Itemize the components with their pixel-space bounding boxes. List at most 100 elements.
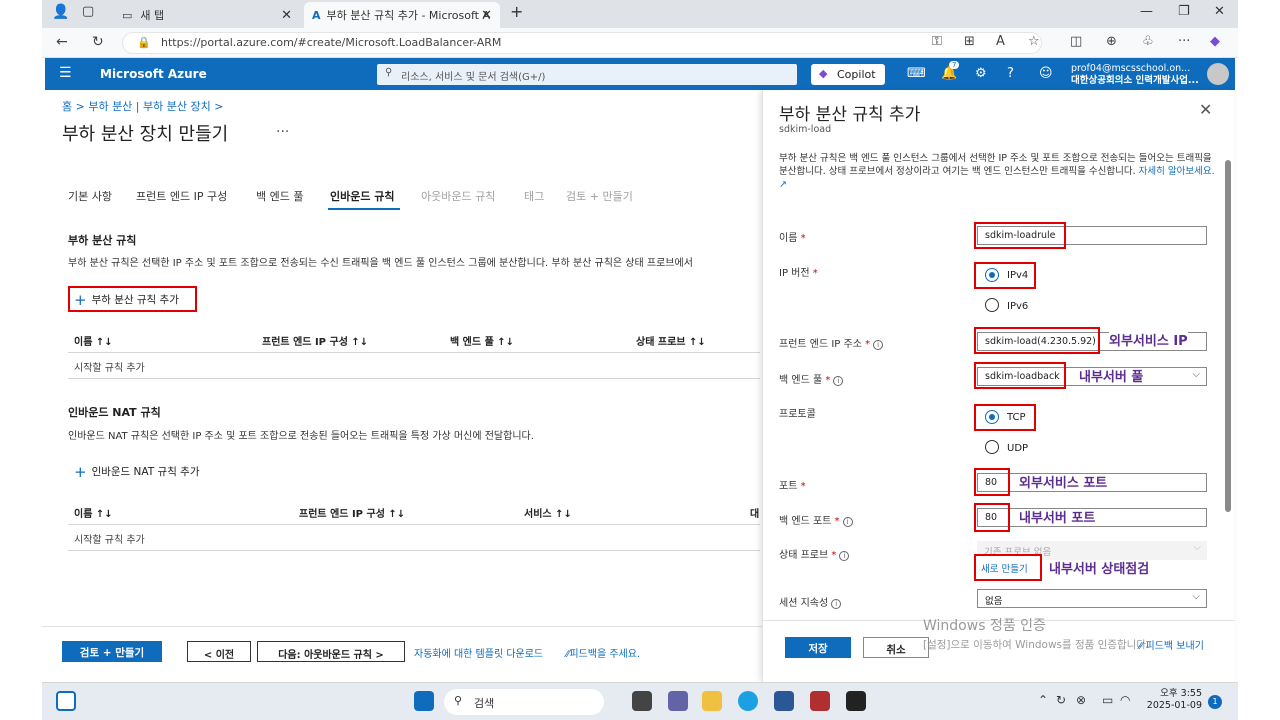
close-window-icon[interactable]: ✕ [1214, 4, 1225, 19]
tab-outbound-rules[interactable]: 아웃바운드 규칙 [421, 188, 495, 204]
more-options-button[interactable]: ··· [276, 124, 289, 140]
stop-icon[interactable]: ⊗ [1076, 693, 1086, 707]
tab-review-create[interactable]: 검토 + 만들기 [566, 188, 633, 204]
terminal-icon[interactable] [846, 691, 866, 711]
table-divider [68, 378, 760, 379]
highlight-backend [974, 362, 1066, 389]
split-screen-icon[interactable]: ◫ [1070, 34, 1082, 49]
breadcrumb[interactable]: 홈 > 부하 분산 | 부하 분산 장치 > [62, 98, 223, 114]
col-health-probe[interactable]: 상태 프로브 ↑↓ [636, 333, 706, 348]
tab-strip: 👤 ▢ ▭ 새 탭 ✕ A 부하 분산 규칙 추가 - Microsoft A … [42, 0, 1238, 28]
learn-more-link[interactable]: 자세히 알아보세요. [1139, 166, 1215, 177]
tab-tags[interactable]: 태그 [524, 188, 544, 204]
more-icon[interactable]: ··· [1178, 34, 1190, 49]
avatar[interactable] [1207, 63, 1229, 85]
tab-inbound-rules[interactable]: 인바운드 규칙 [330, 188, 395, 204]
profile-icon[interactable]: 👤 [52, 4, 69, 20]
collections-icon[interactable]: ⊕ [1106, 34, 1117, 49]
copilot-button[interactable]: ◆ Copilot [811, 64, 885, 85]
chevron-down-icon: ⌵ [1192, 591, 1200, 602]
highlight-ipv4 [974, 262, 1036, 289]
wifi-icon[interactable]: ◠ [1120, 693, 1130, 707]
col-service[interactable]: 서비스 ↑↓ [524, 505, 572, 520]
info-icon[interactable]: i [833, 376, 844, 386]
tab-active[interactable]: A 부하 분산 규칙 추가 - Microsoft A ✕ [304, 2, 500, 28]
close-icon[interactable]: ✕ [1199, 100, 1212, 119]
cancel-button[interactable]: 취소 [863, 637, 929, 658]
chevron-up-icon[interactable]: ⌃ [1038, 693, 1048, 707]
info-icon[interactable]: i [842, 517, 853, 527]
edge-icon[interactable] [738, 691, 758, 711]
global-search-input[interactable]: ⚲ 리소스, 서비스 및 문서 검색(G+/) [377, 64, 797, 85]
taskbar-search[interactable]: ⚲ 검색 [444, 689, 604, 715]
add-nat-rule-button[interactable]: + 인바운드 NAT 규칙 추가 [74, 463, 200, 481]
name-label-text: 이름 [779, 233, 798, 244]
session-persistence-select[interactable]: 없음 ⌵ [977, 589, 1207, 608]
col-frontend-ip[interactable]: 프런트 엔드 IP 구성 ↑↓ [262, 333, 368, 348]
tab-actions-icon[interactable]: ▢ [82, 4, 94, 19]
col-name[interactable]: 이름 ↑↓ [74, 505, 113, 520]
copilot-browser-icon[interactable]: ◆ [1210, 34, 1220, 49]
highlight-tcp [974, 404, 1036, 431]
create-probe-link[interactable]: 새로 만들기 [981, 561, 1028, 575]
hamburger-menu-icon[interactable]: ☰ [59, 65, 72, 81]
feedback-icon[interactable]: ☺ [1039, 66, 1053, 81]
cloud-shell-icon[interactable]: ⌨ [907, 66, 926, 81]
tab-basics[interactable]: 기본 사항 [68, 188, 112, 204]
port-label-text: 포트 [779, 481, 798, 492]
page-title: 부하 분산 장치 만들기 [62, 124, 229, 145]
ipv6-radio[interactable] [985, 298, 999, 312]
tab-frontend-ip[interactable]: 프런트 엔드 IP 구성 [136, 188, 227, 204]
favorite-icon[interactable]: ☆ [1028, 34, 1040, 49]
add-lb-rule-button[interactable]: + 부하 분산 규칙 추가 [74, 291, 179, 309]
teams-icon[interactable] [668, 691, 688, 711]
new-tab-icon[interactable]: + [510, 2, 523, 21]
widgets-icon[interactable] [56, 691, 76, 711]
key-icon[interactable]: ⚿ [932, 34, 942, 49]
review-create-button[interactable]: 검토 + 만들기 [62, 641, 162, 662]
save-button[interactable]: 저장 [785, 637, 851, 658]
info-icon[interactable]: i [831, 599, 842, 609]
task-view-icon[interactable] [632, 691, 652, 711]
restore-icon[interactable]: ❐ [1178, 4, 1190, 19]
col-frontend-ip[interactable]: 프런트 엔드 IP 구성 ↑↓ [299, 505, 405, 520]
notification-badge[interactable]: 1 [1208, 695, 1222, 709]
url-field[interactable]: 🔒 https://portal.azure.com/#create/Micro… [122, 32, 1042, 54]
apps-icon[interactable]: ⊞ [964, 34, 975, 49]
col-name[interactable]: 이름 ↑↓ [74, 333, 113, 348]
azure-brand[interactable]: Microsoft Azure [100, 67, 207, 81]
minimize-icon[interactable]: — [1140, 4, 1153, 19]
app-icon[interactable] [810, 691, 830, 711]
store-icon[interactable] [774, 691, 794, 711]
help-icon[interactable]: ? [1007, 66, 1014, 81]
col-backend-pool[interactable]: 백 엔드 풀 ↑↓ [450, 333, 514, 348]
clock[interactable]: 오후 3:55 2025-01-09 [1144, 688, 1202, 712]
close-tab-icon[interactable]: ✕ [481, 8, 492, 23]
download-template-link[interactable]: 자동화에 대한 템플릿 다운로드 [414, 645, 543, 660]
display-icon[interactable]: ▭ [1102, 693, 1113, 707]
col-truncated[interactable]: 대 [750, 505, 759, 520]
udp-radio[interactable] [985, 440, 999, 454]
previous-button[interactable]: < 이전 [187, 641, 251, 662]
extensions-icon[interactable]: ♧ [1142, 34, 1154, 49]
windows-start-icon[interactable] [414, 691, 434, 711]
back-icon[interactable]: ← [56, 34, 68, 50]
tab-backend-pools[interactable]: 백 엔드 풀 [256, 188, 303, 204]
refresh-icon[interactable]: ↻ [92, 34, 104, 50]
settings-gear-icon[interactable]: ⚙ [975, 66, 987, 81]
copilot-label: Copilot [837, 68, 876, 81]
close-tab-icon[interactable]: ✕ [281, 8, 292, 23]
send-feedback-link[interactable]: ⁄⁄ 피드백 보내기 [1139, 637, 1204, 652]
info-icon[interactable]: i [873, 340, 884, 350]
feedback-link[interactable]: ⁄⁄피드백을 주세요. [566, 645, 640, 660]
next-button[interactable]: 다음: 아웃바운드 규칙 > [257, 641, 405, 662]
account-info[interactable]: prof04@mscsschool.on... 대한상공회의소 인력개발사업..… [1071, 63, 1206, 87]
tab-new[interactable]: ▭ 새 탭 ✕ [114, 2, 300, 28]
sync-icon[interactable]: ↻ [1056, 693, 1066, 707]
panel-scrollbar[interactable] [1225, 160, 1231, 512]
copilot-icon: ◆ [819, 67, 828, 80]
panel-title: 부하 분산 규칙 추가 [779, 105, 921, 125]
read-aloud-icon[interactable]: A [996, 34, 1005, 49]
info-icon[interactable]: i [839, 551, 850, 561]
file-explorer-icon[interactable] [702, 691, 722, 711]
